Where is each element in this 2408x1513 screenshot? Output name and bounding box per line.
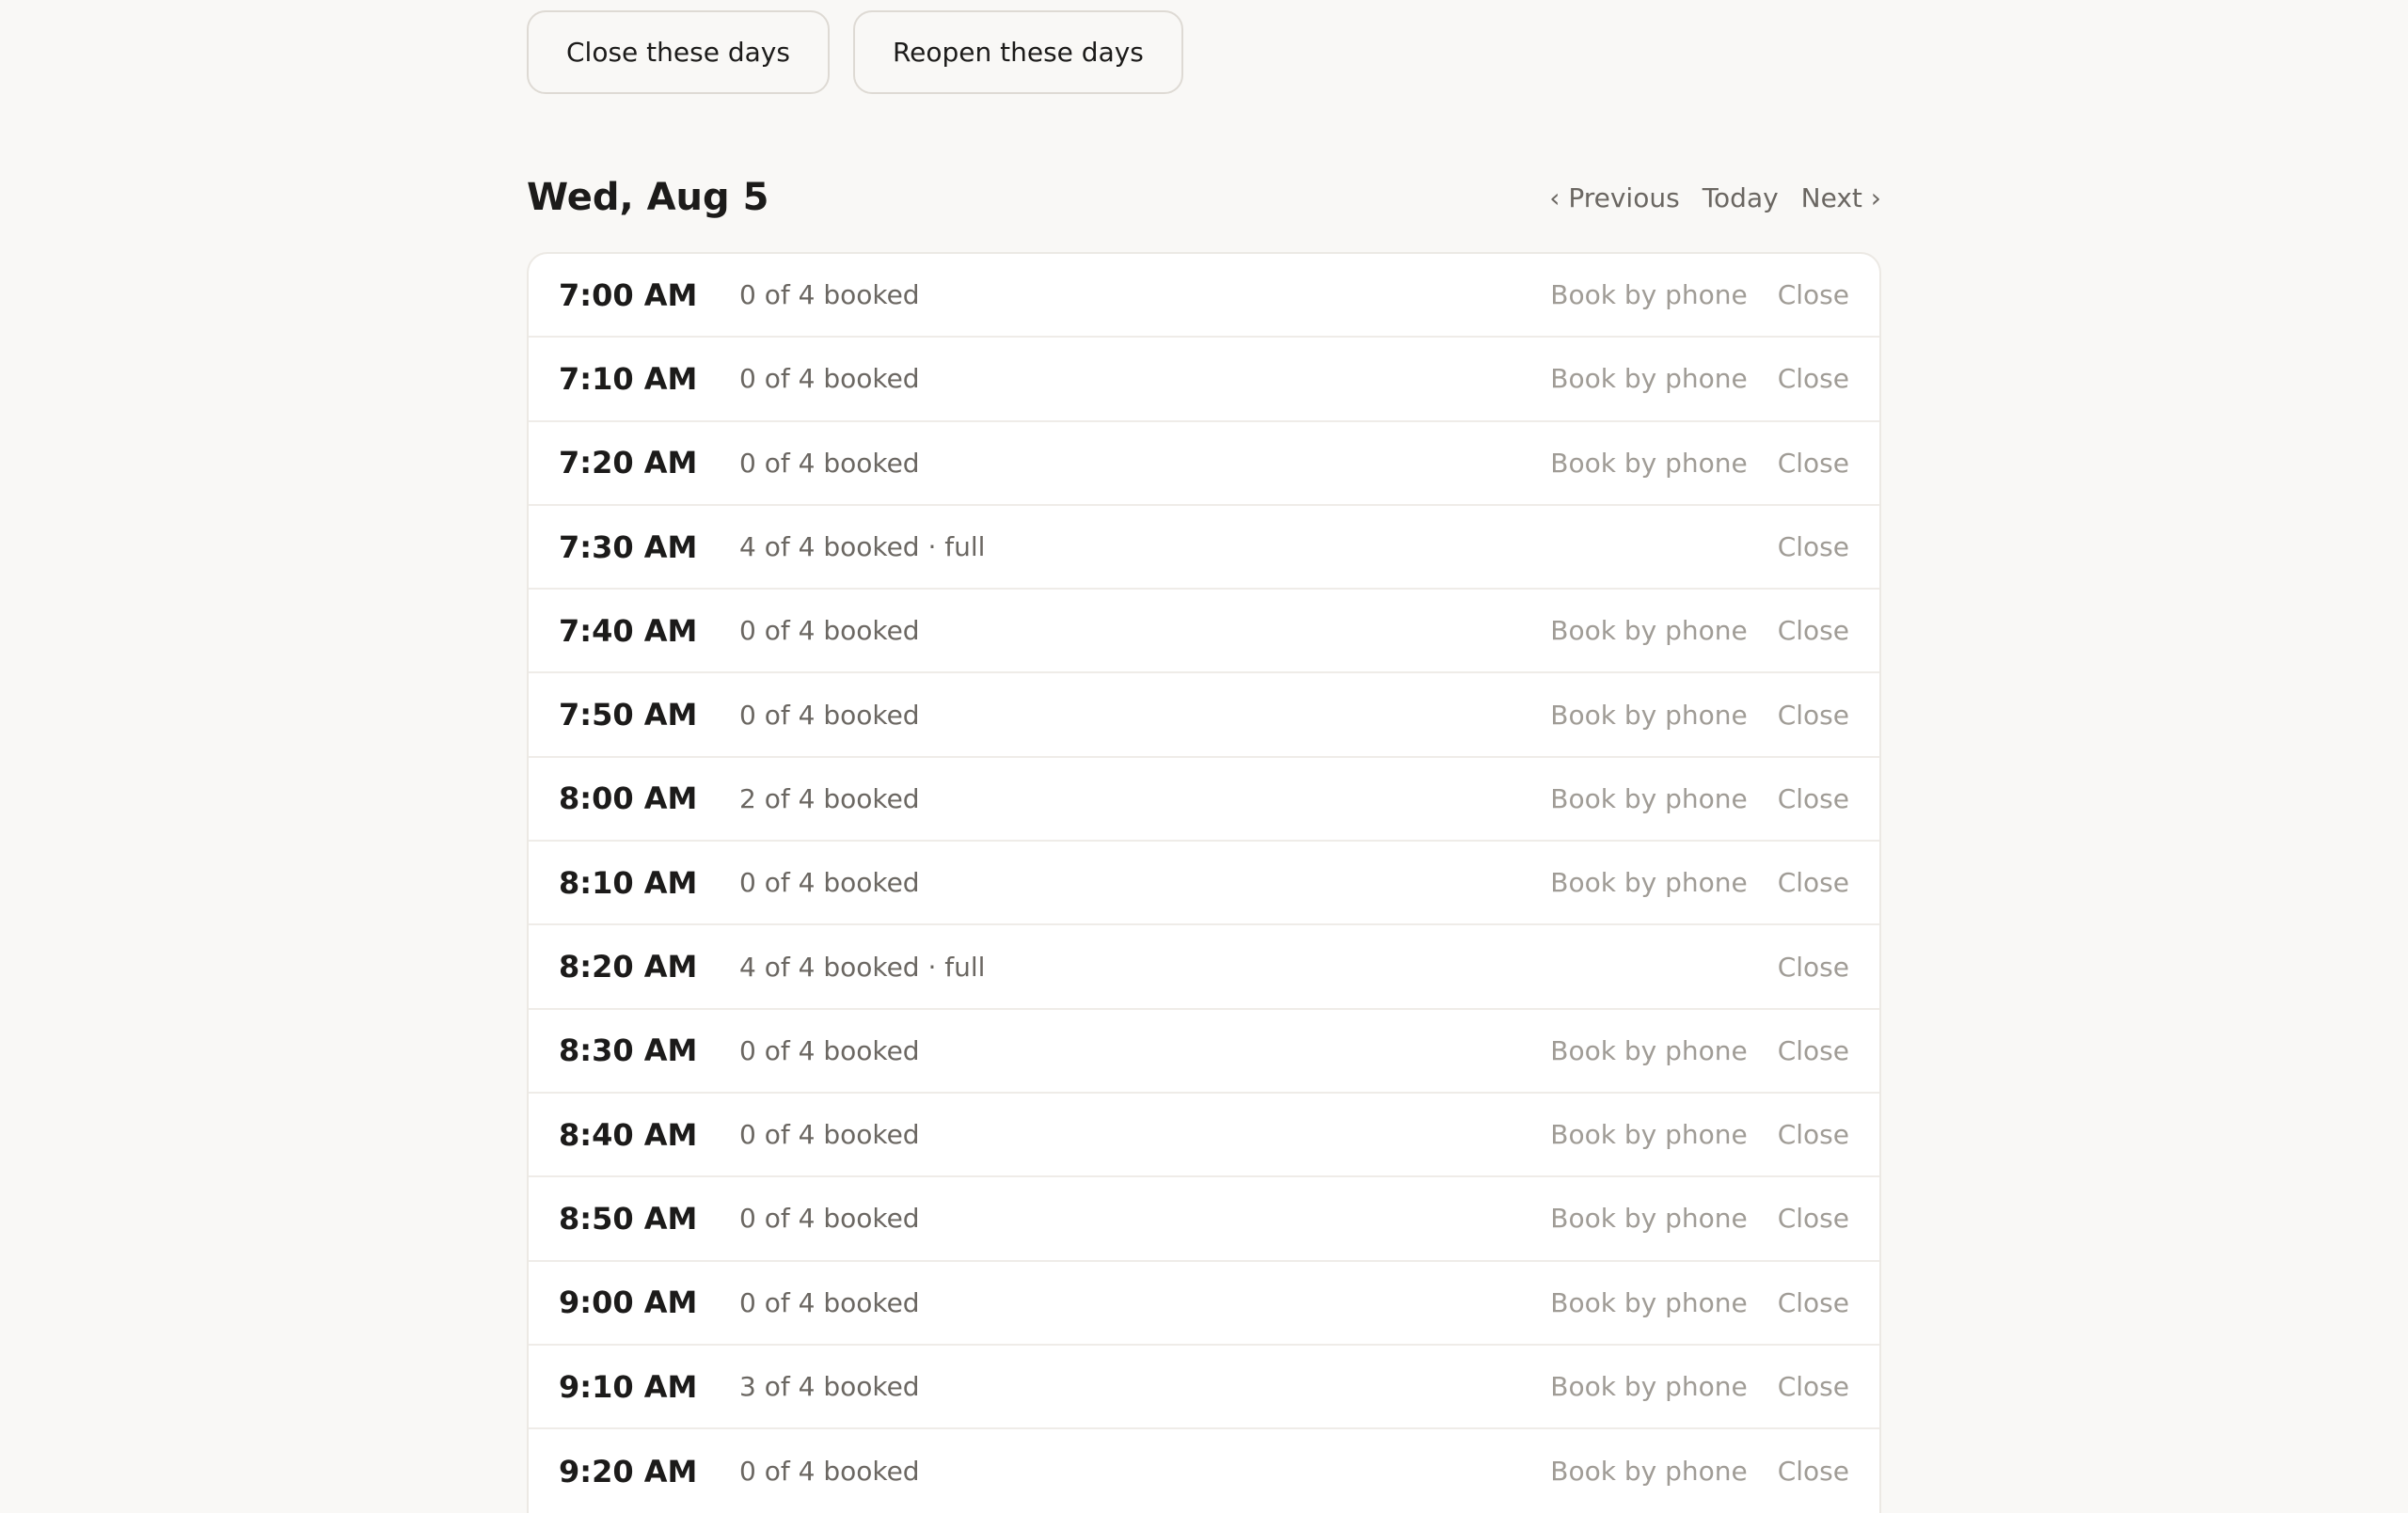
slot-row: 9:20 AM 0 of 4 booked Book by phone Clos…: [529, 1429, 1879, 1513]
slot-status: 0 of 4 booked: [739, 867, 920, 899]
slot-time: 8:30 AM: [559, 1032, 698, 1069]
book-by-phone-link[interactable]: Book by phone: [1550, 279, 1747, 310]
slot-time: 7:20 AM: [559, 445, 698, 481]
close-slot-link[interactable]: Close: [1778, 952, 1849, 983]
slot-status: 4 of 4 booked · full: [739, 951, 986, 983]
slot-status: 0 of 4 booked: [739, 363, 920, 395]
close-slot-link[interactable]: Close: [1778, 1287, 1849, 1318]
close-slot-link[interactable]: Close: [1778, 1456, 1849, 1487]
close-days-button[interactable]: Close these days: [527, 10, 830, 94]
slot-status: 0 of 4 booked: [739, 279, 920, 311]
slot-actions: Close: [1778, 531, 1849, 562]
bulk-actions: Close these days Reopen these days: [527, 10, 1183, 94]
slot-time: 9:10 AM: [559, 1368, 698, 1405]
slot-status: 3 of 4 booked: [739, 1371, 920, 1402]
slot-actions: Book by phone Close: [1550, 1203, 1849, 1234]
book-by-phone-link[interactable]: Book by phone: [1550, 363, 1747, 394]
slot-row: 9:00 AM 0 of 4 booked Book by phone Clos…: [529, 1262, 1879, 1346]
slot-time: 7:10 AM: [559, 360, 698, 397]
slot-row: 8:50 AM 0 of 4 booked Book by phone Clos…: [529, 1177, 1879, 1262]
close-slot-link[interactable]: Close: [1778, 1203, 1849, 1234]
slot-row: 8:10 AM 0 of 4 booked Book by phone Clos…: [529, 842, 1879, 926]
close-slot-link[interactable]: Close: [1778, 279, 1849, 310]
close-slot-link[interactable]: Close: [1778, 700, 1849, 731]
slot-time: 8:00 AM: [559, 780, 698, 817]
slot-actions: Book by phone Close: [1550, 1035, 1849, 1066]
slot-status: 0 of 4 booked: [739, 1034, 920, 1066]
slot-time: 7:40 AM: [559, 612, 698, 649]
previous-day-link[interactable]: ‹ Previous: [1549, 182, 1679, 213]
today-link[interactable]: Today: [1703, 182, 1779, 213]
book-by-phone-link[interactable]: Book by phone: [1550, 1371, 1747, 1402]
close-slot-link[interactable]: Close: [1778, 783, 1849, 814]
slot-actions: Book by phone Close: [1550, 448, 1849, 479]
close-slot-link[interactable]: Close: [1778, 1371, 1849, 1402]
slot-row: 8:00 AM 2 of 4 booked Book by phone Clos…: [529, 758, 1879, 843]
slot-row: 8:40 AM 0 of 4 booked Book by phone Clos…: [529, 1094, 1879, 1178]
book-by-phone-link[interactable]: Book by phone: [1550, 1119, 1747, 1150]
slot-status: 0 of 4 booked: [739, 1203, 920, 1235]
slot-time: 7:30 AM: [559, 528, 698, 565]
slot-row: 7:00 AM 0 of 4 booked Book by phone Clos…: [529, 254, 1879, 339]
book-by-phone-link[interactable]: Book by phone: [1550, 1203, 1747, 1234]
book-by-phone-link[interactable]: Book by phone: [1550, 867, 1747, 898]
slot-actions: Book by phone Close: [1550, 783, 1849, 814]
book-by-phone-link[interactable]: Book by phone: [1550, 700, 1747, 731]
slot-status: 0 of 4 booked: [739, 1286, 920, 1318]
slot-time: 8:50 AM: [559, 1200, 698, 1237]
slot-time: 8:40 AM: [559, 1116, 698, 1153]
close-slot-link[interactable]: Close: [1778, 615, 1849, 646]
book-by-phone-link[interactable]: Book by phone: [1550, 448, 1747, 479]
slot-row: 8:20 AM 4 of 4 booked · full Close: [529, 925, 1879, 1010]
slot-actions: Book by phone Close: [1550, 1371, 1849, 1402]
slot-time: 7:50 AM: [559, 697, 698, 733]
slot-row: 7:50 AM 0 of 4 booked Book by phone Clos…: [529, 673, 1879, 758]
slot-actions: Book by phone Close: [1550, 700, 1849, 731]
slot-row: 9:10 AM 3 of 4 booked Book by phone Clos…: [529, 1346, 1879, 1430]
day-title: Wed, Aug 5: [527, 176, 769, 219]
slot-status: 2 of 4 booked: [739, 782, 920, 814]
close-slot-link[interactable]: Close: [1778, 448, 1849, 479]
close-slot-link[interactable]: Close: [1778, 1035, 1849, 1066]
slot-row: 7:30 AM 4 of 4 booked · full Close: [529, 506, 1879, 591]
slot-row: 7:20 AM 0 of 4 booked Book by phone Clos…: [529, 422, 1879, 506]
book-by-phone-link[interactable]: Book by phone: [1550, 1287, 1747, 1318]
book-by-phone-link[interactable]: Book by phone: [1550, 783, 1747, 814]
slot-time: 9:20 AM: [559, 1453, 698, 1489]
slot-status: 0 of 4 booked: [739, 1119, 920, 1151]
close-slot-link[interactable]: Close: [1778, 867, 1849, 898]
slot-time: 8:20 AM: [559, 949, 698, 985]
slot-status: 0 of 4 booked: [739, 699, 920, 731]
slot-time: 7:00 AM: [559, 276, 698, 313]
slot-row: 8:30 AM 0 of 4 booked Book by phone Clos…: [529, 1010, 1879, 1094]
slot-list: 7:00 AM 0 of 4 booked Book by phone Clos…: [527, 252, 1881, 1513]
slot-row: 7:10 AM 0 of 4 booked Book by phone Clos…: [529, 338, 1879, 422]
slot-status: 0 of 4 booked: [739, 447, 920, 479]
slot-actions: Book by phone Close: [1550, 1119, 1849, 1150]
next-day-link[interactable]: Next ›: [1801, 182, 1881, 213]
slot-actions: Close: [1778, 952, 1849, 983]
close-slot-link[interactable]: Close: [1778, 531, 1849, 562]
day-header: Wed, Aug 5 ‹ Previous Today Next ›: [527, 165, 1881, 229]
slot-actions: Book by phone Close: [1550, 279, 1849, 310]
slot-status: 0 of 4 booked: [739, 1456, 920, 1488]
close-slot-link[interactable]: Close: [1778, 363, 1849, 394]
book-by-phone-link[interactable]: Book by phone: [1550, 615, 1747, 646]
slot-actions: Book by phone Close: [1550, 1287, 1849, 1318]
slot-actions: Book by phone Close: [1550, 867, 1849, 898]
book-by-phone-link[interactable]: Book by phone: [1550, 1035, 1747, 1066]
book-by-phone-link[interactable]: Book by phone: [1550, 1456, 1747, 1487]
close-slot-link[interactable]: Close: [1778, 1119, 1849, 1150]
slot-row: 7:40 AM 0 of 4 booked Book by phone Clos…: [529, 590, 1879, 674]
slot-time: 8:10 AM: [559, 864, 698, 901]
day-nav: ‹ Previous Today Next ›: [1549, 182, 1881, 213]
slot-actions: Book by phone Close: [1550, 363, 1849, 394]
slot-status: 0 of 4 booked: [739, 615, 920, 647]
slot-actions: Book by phone Close: [1550, 615, 1849, 646]
reopen-days-button[interactable]: Reopen these days: [852, 10, 1183, 94]
slot-status: 4 of 4 booked · full: [739, 531, 986, 563]
slot-time: 9:00 AM: [559, 1284, 698, 1321]
slot-actions: Book by phone Close: [1550, 1456, 1849, 1487]
